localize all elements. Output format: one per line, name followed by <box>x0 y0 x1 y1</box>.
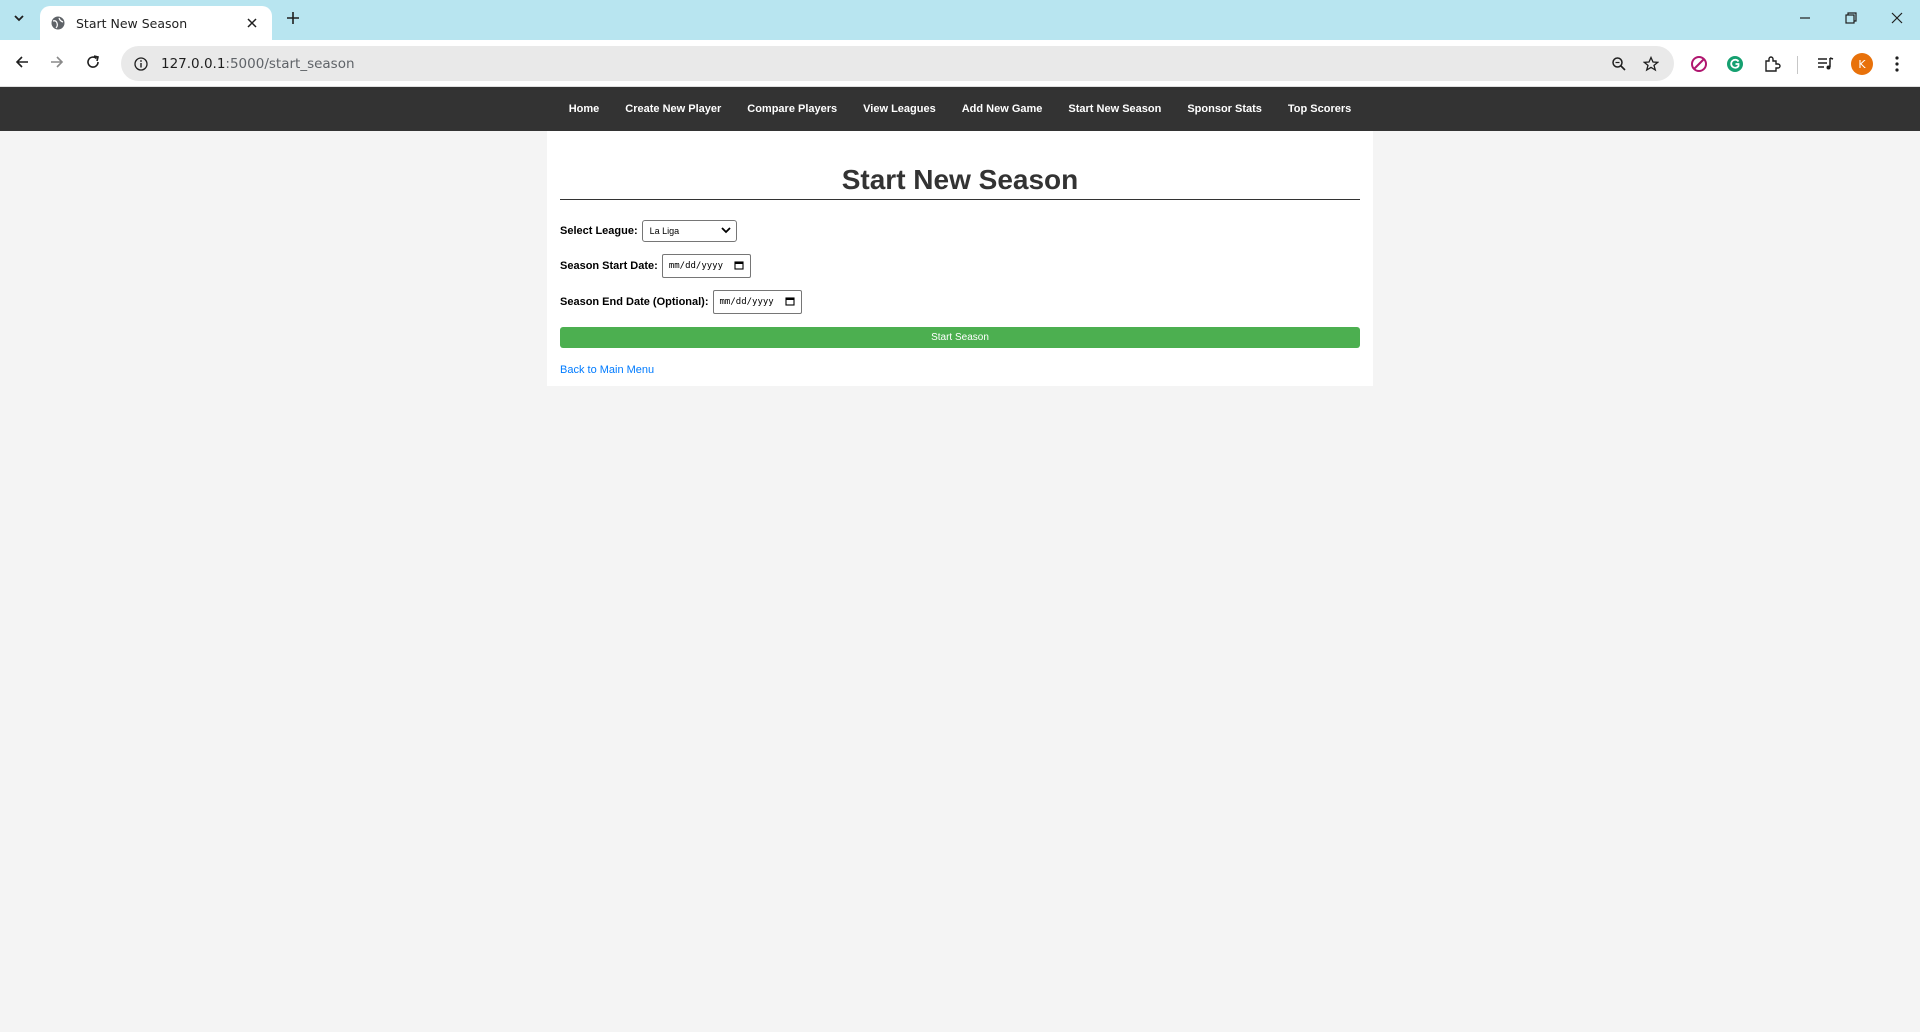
end-date-input[interactable]: mm/dd/yyyy <box>712 290 802 314</box>
submit-wrapper: Start Season <box>560 327 1360 348</box>
restore-icon <box>1845 11 1857 29</box>
address-bar[interactable]: 127.0.0.1:5000/start_season <box>121 46 1674 81</box>
site-navbar: Home Create New Player Compare Players V… <box>0 87 1920 131</box>
kebab-menu-icon[interactable] <box>1886 53 1908 75</box>
end-date-row: Season End Date (Optional): mm/dd/yyyy <box>560 290 1360 314</box>
active-tab[interactable]: Start New Season <box>40 6 272 40</box>
chevron-down-icon <box>13 11 25 29</box>
url-path: :5000/start_season <box>225 55 355 72</box>
start-season-button[interactable]: Start Season <box>560 327 1360 348</box>
league-selected-value: La Liga <box>649 226 680 236</box>
minimize-icon <box>1799 11 1811 29</box>
close-tab-icon[interactable] <box>242 13 262 33</box>
nav-create-new-player[interactable]: Create New Player <box>625 103 721 115</box>
nav-view-leagues[interactable]: View Leagues <box>863 103 936 115</box>
nav-top-scorers[interactable]: Top Scorers <box>1288 103 1351 115</box>
arrow-left-icon <box>14 54 30 75</box>
start-date-placeholder: mm/dd/yyyy <box>668 261 723 271</box>
bookmark-star-icon[interactable] <box>1641 54 1661 74</box>
arrow-right-icon <box>49 54 65 75</box>
tab-search-button[interactable] <box>6 8 32 32</box>
end-date-placeholder: mm/dd/yyyy <box>719 297 774 307</box>
start-date-input[interactable]: mm/dd/yyyy <box>661 254 751 278</box>
url-text: 127.0.0.1:5000/start_season <box>161 56 355 72</box>
back-button[interactable] <box>7 49 37 79</box>
nav-add-new-game[interactable]: Add New Game <box>962 103 1043 115</box>
calendar-icon[interactable] <box>734 260 744 273</box>
league-row: Select League: La Liga <box>560 220 1360 242</box>
start-date-label: Season Start Date: <box>560 260 658 272</box>
calendar-icon[interactable] <box>784 296 795 309</box>
end-date-label: Season End Date (Optional): <box>560 296 709 308</box>
new-tab-button[interactable] <box>280 8 306 32</box>
back-to-main-menu-link[interactable]: Back to Main Menu <box>560 364 654 376</box>
nav-home[interactable]: Home <box>569 103 600 115</box>
league-select[interactable]: La Liga <box>641 220 737 242</box>
forward-button[interactable] <box>42 49 72 79</box>
league-label: Select League: <box>560 225 638 237</box>
minimize-button[interactable] <box>1788 6 1822 34</box>
nav-sponsor-stats[interactable]: Sponsor Stats <box>1187 103 1262 115</box>
grammarly-icon[interactable] <box>1724 53 1746 75</box>
reload-button[interactable] <box>78 49 108 79</box>
blocker-extension-icon[interactable] <box>1688 53 1710 75</box>
back-link-wrapper: Back to Main Menu <box>560 360 1360 378</box>
plus-icon <box>287 11 299 29</box>
globe-icon <box>50 15 66 31</box>
start-date-row: Season Start Date: mm/dd/yyyy <box>560 254 1360 278</box>
tab-title: Start New Season <box>76 15 188 31</box>
tab-strip: Start New Season <box>0 0 1920 40</box>
main-container: Start New Season Select League: La Liga … <box>547 131 1373 386</box>
extensions-icon[interactable] <box>1761 53 1783 75</box>
profile-avatar[interactable]: K <box>1851 53 1873 75</box>
restore-button[interactable] <box>1834 6 1868 34</box>
page-title: Start New Season <box>841 164 1079 195</box>
media-controls-icon[interactable] <box>1814 53 1836 75</box>
url-host: 127.0.0.1 <box>161 55 226 72</box>
title-divider <box>560 199 1360 200</box>
reload-icon <box>85 54 101 75</box>
close-icon <box>1891 11 1903 29</box>
close-window-button[interactable] <box>1880 6 1914 34</box>
browser-toolbar: 127.0.0.1:5000/start_season K <box>0 40 1920 87</box>
nav-compare-players[interactable]: Compare Players <box>747 103 837 115</box>
toolbar-divider <box>1797 56 1798 74</box>
chevron-down-icon <box>721 226 731 236</box>
zoom-icon[interactable] <box>1609 54 1629 74</box>
nav-start-new-season[interactable]: Start New Season <box>1068 103 1161 115</box>
site-info-icon[interactable] <box>131 54 151 74</box>
